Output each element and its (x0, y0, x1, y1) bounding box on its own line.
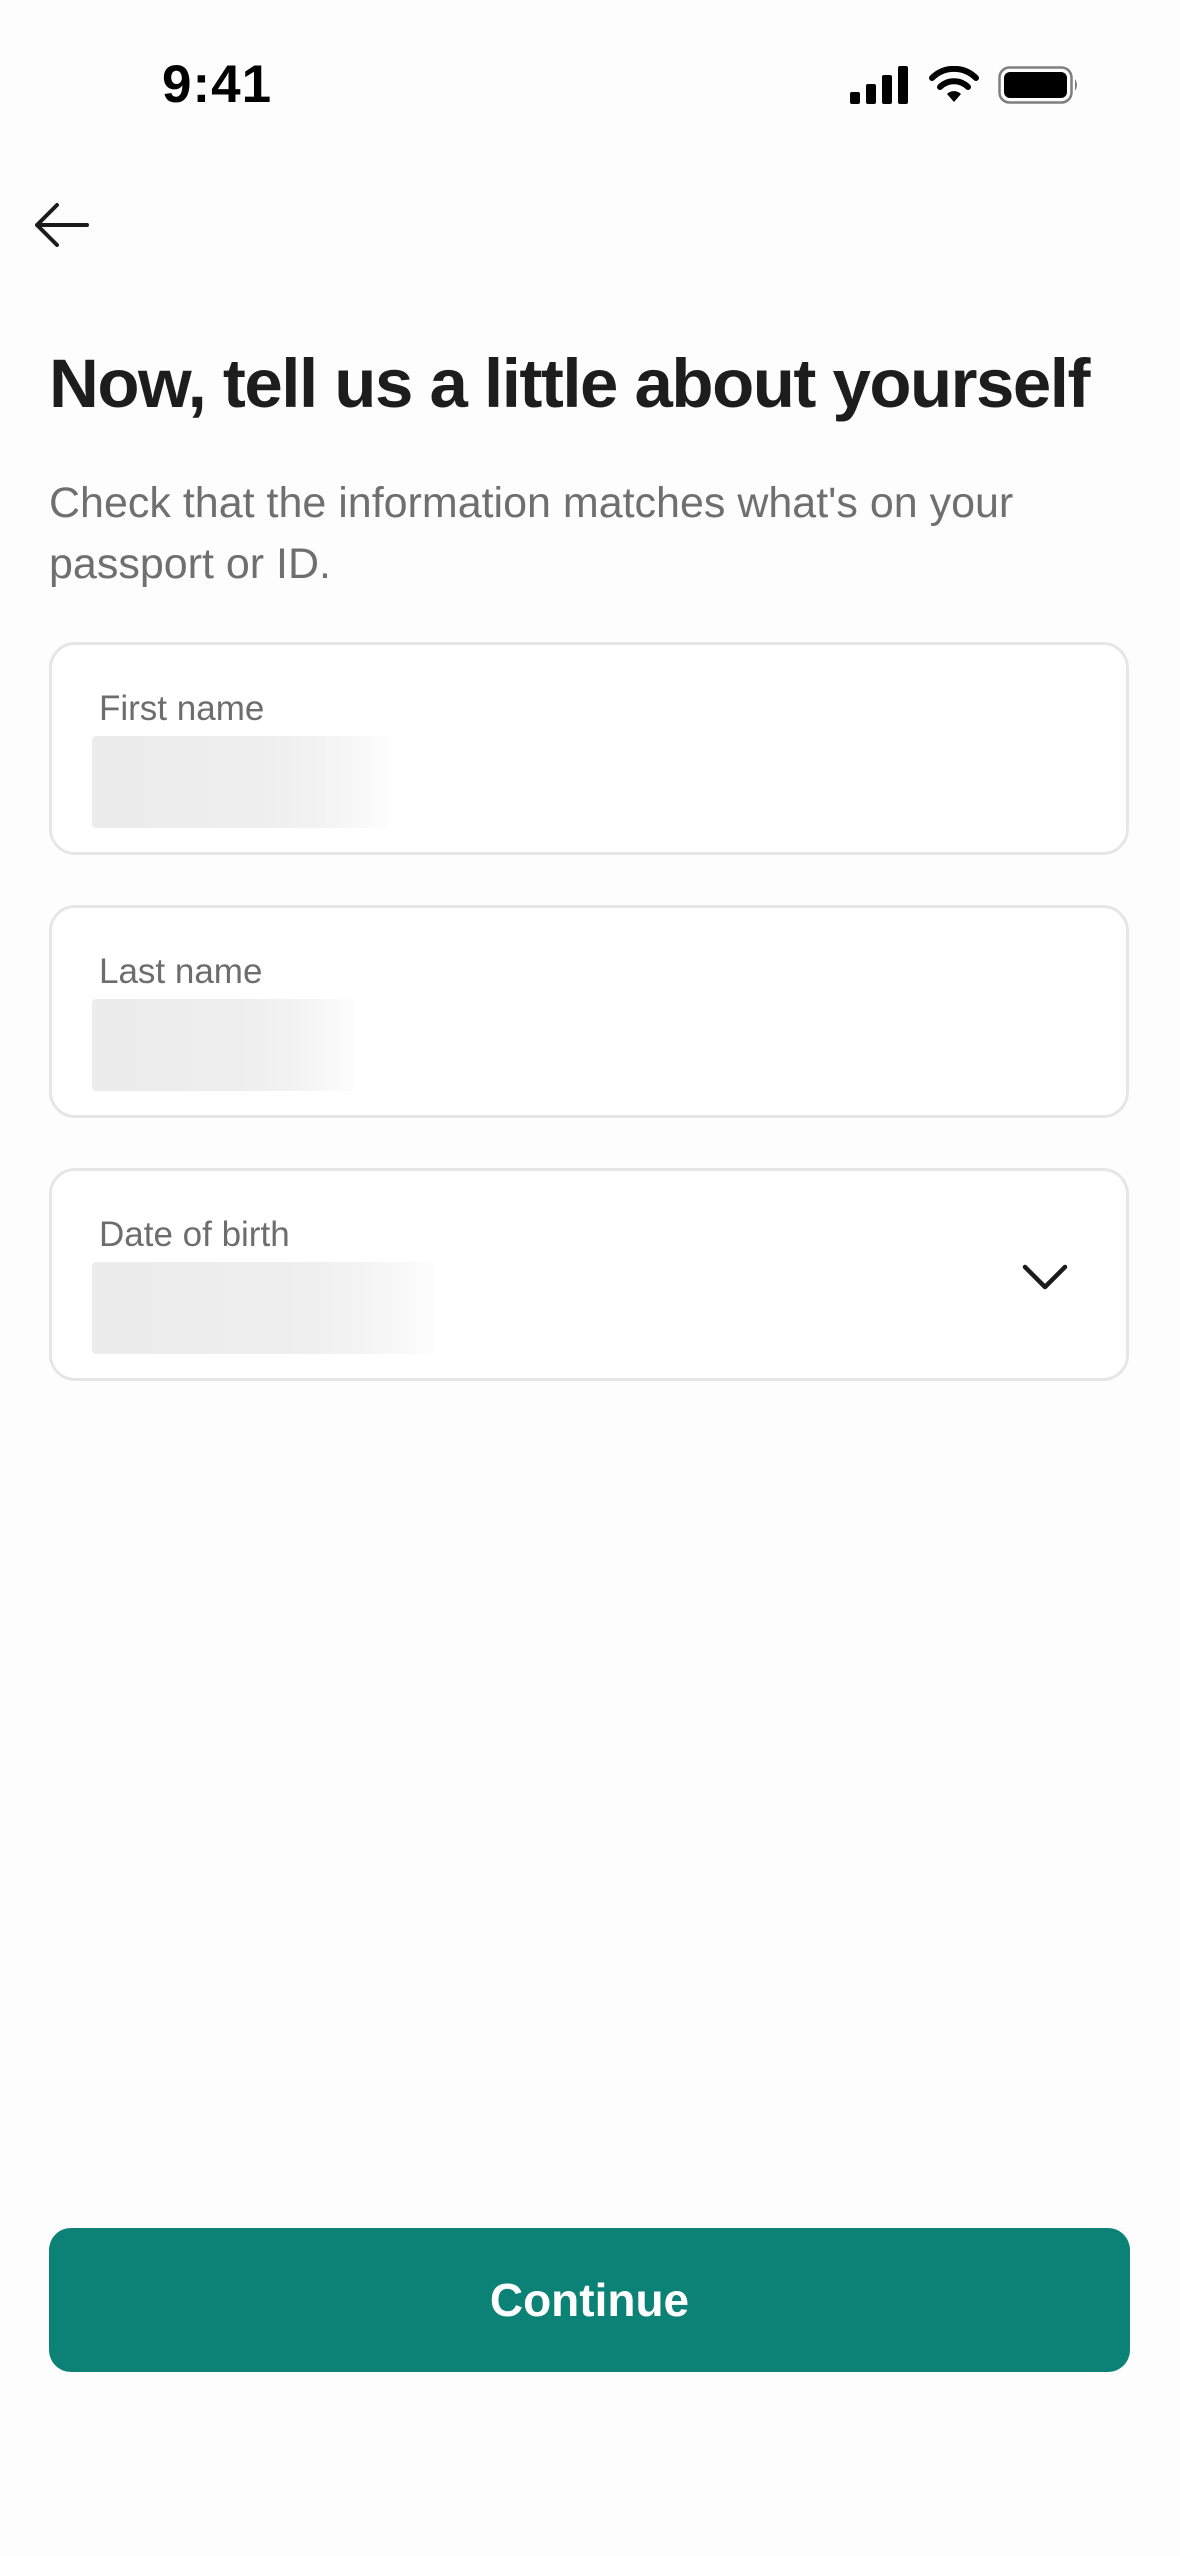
page-title: Now, tell us a little about yourself (49, 345, 1090, 422)
date-of-birth-value[interactable] (92, 1262, 434, 1354)
last-name-field[interactable]: Last name (49, 905, 1129, 1118)
first-name-value[interactable] (92, 736, 388, 828)
status-time: 9:41 (162, 55, 273, 114)
first-name-field[interactable]: First name (49, 642, 1129, 855)
status-icons (850, 66, 1080, 104)
date-of-birth-field[interactable]: Date of birth (49, 1168, 1129, 1381)
last-name-value[interactable] (92, 999, 354, 1091)
wifi-icon (929, 66, 979, 102)
status-bar: 9:41 (0, 0, 1180, 170)
first-name-label: First name (99, 689, 265, 728)
arrow-left-icon (35, 203, 89, 247)
cellular-signal-icon (850, 66, 908, 104)
back-button[interactable] (26, 190, 96, 260)
page-subtitle: Check that the information matches what'… (49, 479, 1014, 588)
chevron-down-icon[interactable] (1020, 1257, 1070, 1297)
battery-icon (998, 66, 1077, 104)
last-name-label: Last name (99, 952, 263, 991)
continue-button[interactable]: Continue (49, 2228, 1130, 2372)
date-of-birth-label: Date of birth (99, 1215, 290, 1254)
